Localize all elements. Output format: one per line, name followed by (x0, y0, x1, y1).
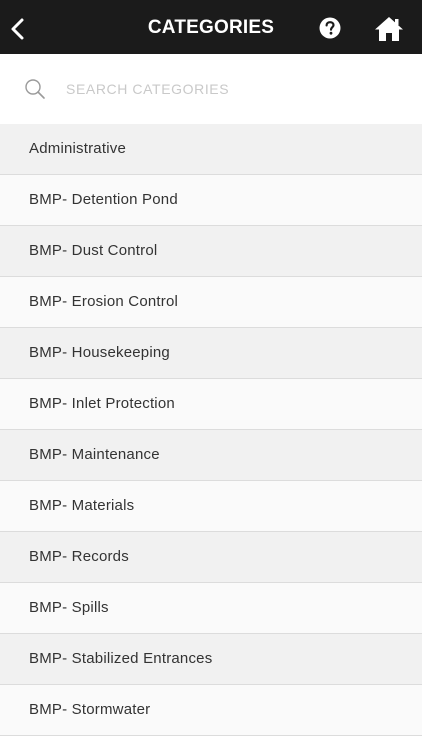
category-label: BMP- Inlet Protection (29, 395, 175, 412)
category-list: Administrative BMP- Detention Pond BMP- Du… (0, 124, 422, 736)
category-list-item[interactable]: BMP- Stormwater (0, 685, 422, 736)
category-label: BMP- Records (29, 548, 129, 565)
category-list-item[interactable]: BMP- Housekeeping (0, 328, 422, 379)
category-list-item[interactable]: BMP- Dust Control (0, 226, 422, 277)
search-bar (0, 54, 422, 124)
page-title: CATEGORIES (147, 17, 275, 38)
category-list-item[interactable]: BMP- Erosion Control (0, 277, 422, 328)
category-list-item[interactable]: BMP- Maintenance (0, 430, 422, 481)
category-list-item[interactable]: Administrative (0, 124, 422, 175)
category-label: BMP- Dust Control (29, 242, 158, 259)
home-icon (375, 17, 403, 41)
category-label: BMP- Erosion Control (29, 293, 179, 310)
category-label: BMP- Detention Pond (29, 191, 178, 208)
category-list-item[interactable]: BMP- Records (0, 532, 422, 583)
category-list-item[interactable]: BMP- Inlet Protection (0, 379, 422, 430)
search-input[interactable] (66, 76, 396, 102)
home-button[interactable] (374, 16, 404, 42)
category-list-item[interactable]: BMP- Materials (0, 481, 422, 532)
category-label: Administrative (29, 140, 126, 157)
category-list-item[interactable]: BMP- Detention Pond (0, 175, 422, 226)
top-bar: CATEGORIES (0, 0, 422, 54)
category-label: BMP- Housekeeping (29, 344, 170, 361)
category-label: BMP- Materials (29, 497, 135, 514)
question-circle-icon (319, 17, 341, 39)
search-icon (25, 79, 45, 99)
category-list-item[interactable]: BMP- Stabilized Entrances (0, 634, 422, 685)
category-list-item[interactable]: BMP- Spills (0, 583, 422, 634)
category-label: BMP- Stabilized Entrances (29, 650, 213, 667)
help-button[interactable] (319, 17, 341, 39)
category-label: BMP- Stormwater (29, 701, 151, 718)
category-label: BMP- Spills (29, 599, 109, 616)
category-label: BMP- Maintenance (29, 446, 160, 463)
